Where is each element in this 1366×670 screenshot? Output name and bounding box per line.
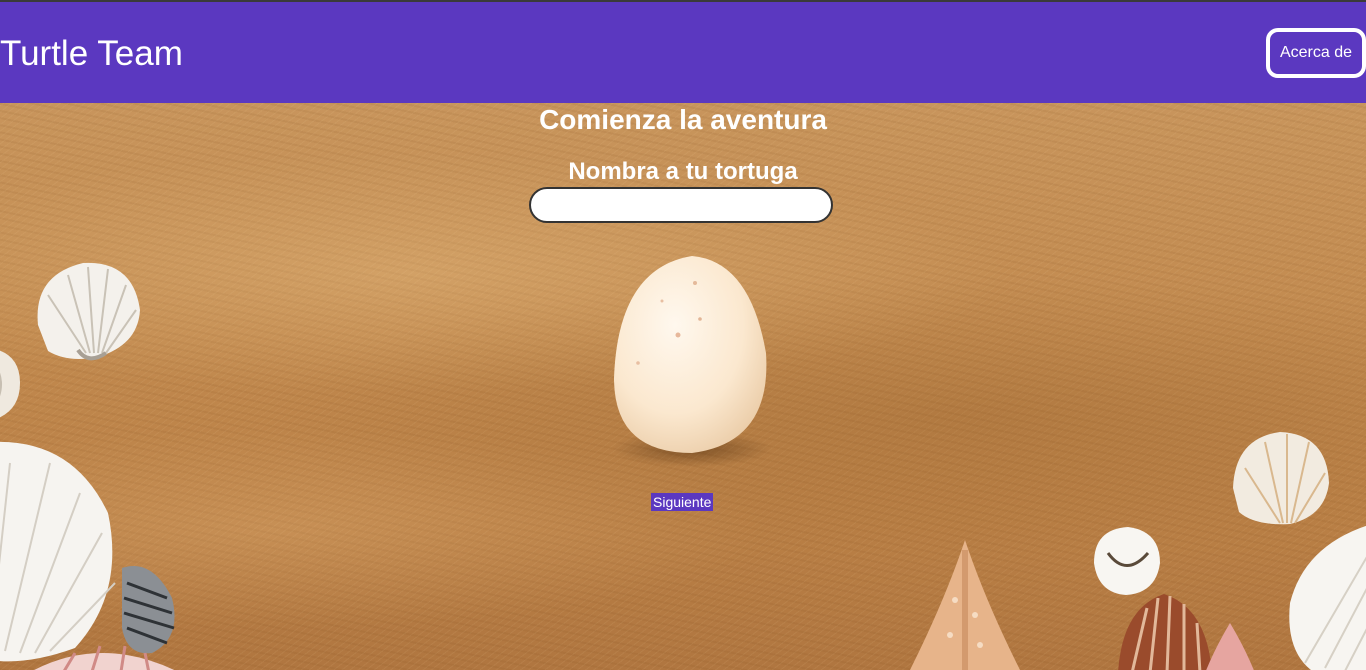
about-button[interactable]: Acerca de [1266, 28, 1366, 78]
seashell-icon [1118, 594, 1212, 670]
turtle-name-input[interactable] [529, 187, 833, 223]
seashell-icon [0, 350, 20, 418]
egg-icon[interactable] [600, 253, 780, 473]
seashell-icon [1289, 525, 1366, 670]
navbar: Turtle Team Acerca de [0, 2, 1366, 103]
next-button[interactable]: Siguiente [651, 493, 714, 511]
seashell-icon [1233, 432, 1329, 525]
page-title: Comienza la aventura [539, 104, 827, 135]
seashell-icon [34, 645, 175, 670]
seashell-icon [37, 262, 140, 361]
brand-title[interactable]: Turtle Team [0, 34, 183, 74]
sand-scene: Comienza la aventura Nombra a tu tortuga… [0, 103, 1366, 670]
starfish-icon [910, 540, 1020, 670]
seashell-icon [0, 442, 116, 662]
seashell-icon [1206, 623, 1254, 670]
name-label: Nombra a tu tortuga [568, 158, 798, 185]
